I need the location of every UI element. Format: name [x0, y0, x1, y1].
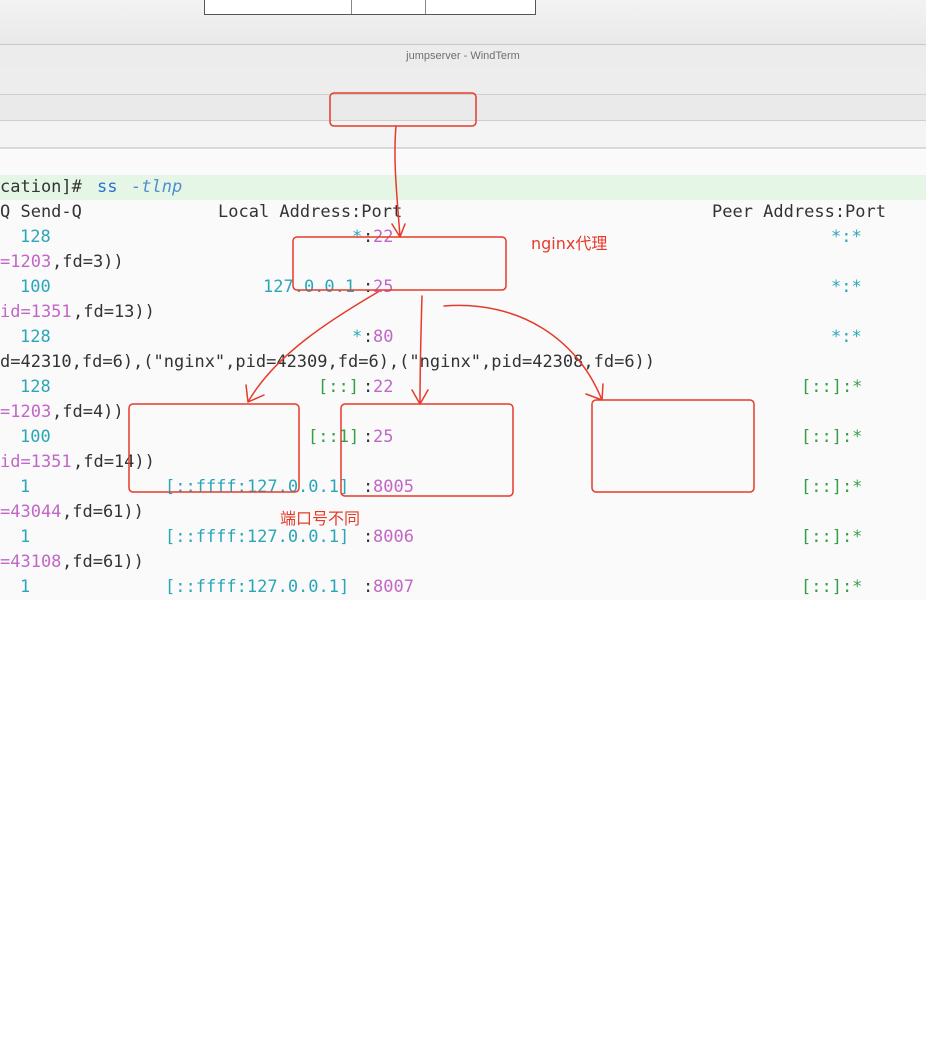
prompt-tail: cation]# [0, 177, 93, 197]
table-row: 128 [::]:22 [::]:* [0, 375, 926, 400]
local-address: 127.0.0.1 [263, 277, 356, 297]
table-row: 1 [::ffff:127.0.0.1]:8005 [::]:* [0, 475, 926, 500]
local-port: 8006 [373, 527, 414, 547]
sendq-value: 100 [20, 277, 51, 297]
peer-address: [::]:* [801, 377, 863, 397]
process-line: d=42310,fd=6),("nginx",pid=42309,fd=6),(… [0, 350, 926, 375]
process-list: d=42310,fd=6),("nginx",pid=42309,fd=6),(… [0, 352, 656, 372]
process-fd: ,fd=13)) [73, 302, 155, 322]
local-address: * [352, 227, 363, 247]
toolbar-row [0, 67, 926, 95]
process-pid: =43108 [0, 552, 62, 572]
peer-address: [::]:* [801, 577, 863, 597]
process-pid: id=1351 [0, 452, 72, 472]
sendq-value: 128 [20, 227, 51, 247]
table-row: 128 *:22 *:* [0, 225, 926, 250]
header-peer-address: Peer Address:Port [712, 202, 886, 222]
header-local-address: Local Address:Port [218, 202, 403, 222]
peer-address: *:* [831, 227, 862, 247]
process-line: =43044 ,fd=61)) [0, 500, 926, 525]
local-port: 22 [373, 227, 394, 247]
background-table-fragment [204, 0, 536, 15]
local-port: 25 [373, 277, 394, 297]
header-sendq: Q Send-Q [0, 202, 82, 222]
sendq-value: 128 [20, 327, 51, 347]
local-address: [::] [318, 377, 359, 397]
command-args: -tlnp [131, 177, 183, 197]
sendq-value: 1 [20, 477, 31, 497]
local-address: [::1] [308, 427, 360, 447]
process-line: id=1351 ,fd=14)) [0, 450, 926, 475]
peer-address: *:* [831, 277, 862, 297]
peer-address: [::]:* [801, 427, 863, 447]
annotation-nginx-proxy: nginx代理 [531, 234, 608, 253]
local-port: 8005 [373, 477, 414, 497]
process-pid: =1203 [0, 402, 52, 422]
process-fd: ,fd=61)) [62, 502, 144, 522]
process-pid: =43044 [0, 502, 62, 522]
local-address: [::ffff:127.0.0.1] [165, 577, 350, 597]
process-fd: ,fd=14)) [73, 452, 155, 472]
peer-address: *:* [831, 327, 862, 347]
process-fd: ,fd=61)) [62, 552, 144, 572]
annotation-ports-differ: 端口号不同 [280, 509, 361, 528]
prompt-line: cation]# ss -tlnp [0, 175, 926, 200]
table-row: 1 [::ffff:127.0.0.1]:8007 [::]:* [0, 575, 926, 600]
window-titlebar[interactable]: jumpserver - WindTerm [0, 44, 926, 68]
process-line: =1203 ,fd=3)) [0, 250, 926, 275]
process-pid: id=1351 [0, 302, 72, 322]
table-header: Q Send-Q Local Address:Port Peer Address… [0, 200, 926, 225]
session-strip [0, 121, 926, 149]
local-port: 80 [373, 327, 394, 347]
terminal-output[interactable]: cation]# ss -tlnp Q Send-Q Local Address:… [0, 150, 926, 600]
background-window-strip [0, 0, 926, 44]
peer-address: [::]:* [801, 527, 863, 547]
sendq-value: 1 [20, 577, 31, 597]
table-row: 128 *:80 *:* [0, 325, 926, 350]
window-title: jumpserver - WindTerm [406, 50, 520, 62]
sendq-value: 100 [20, 427, 51, 447]
sendq-value: 128 [20, 377, 51, 397]
process-line: =1203 ,fd=4)) [0, 400, 926, 425]
local-address: [::ffff:127.0.0.1] [165, 477, 350, 497]
tab-bar [0, 95, 926, 121]
local-port: 8007 [373, 577, 414, 597]
process-line: id=1351 ,fd=13)) [0, 300, 926, 325]
table-row: 100 [::1]:25 [::]:* [0, 425, 926, 450]
table-row: 1 [::ffff:127.0.0.1]:8006 [::]:* [0, 525, 926, 550]
table-row: 100 127.0.0.1:25 *:* [0, 275, 926, 300]
process-fd: ,fd=4)) [52, 402, 124, 422]
process-fd: ,fd=3)) [52, 252, 124, 272]
sendq-value: 1 [20, 527, 31, 547]
local-port: 22 [373, 377, 394, 397]
local-address: * [352, 327, 363, 347]
process-pid: =1203 [0, 252, 52, 272]
command-name: ss [97, 177, 118, 197]
peer-address: [::]:* [801, 477, 863, 497]
local-port: 25 [373, 427, 394, 447]
process-line: =43108 ,fd=61)) [0, 550, 926, 575]
